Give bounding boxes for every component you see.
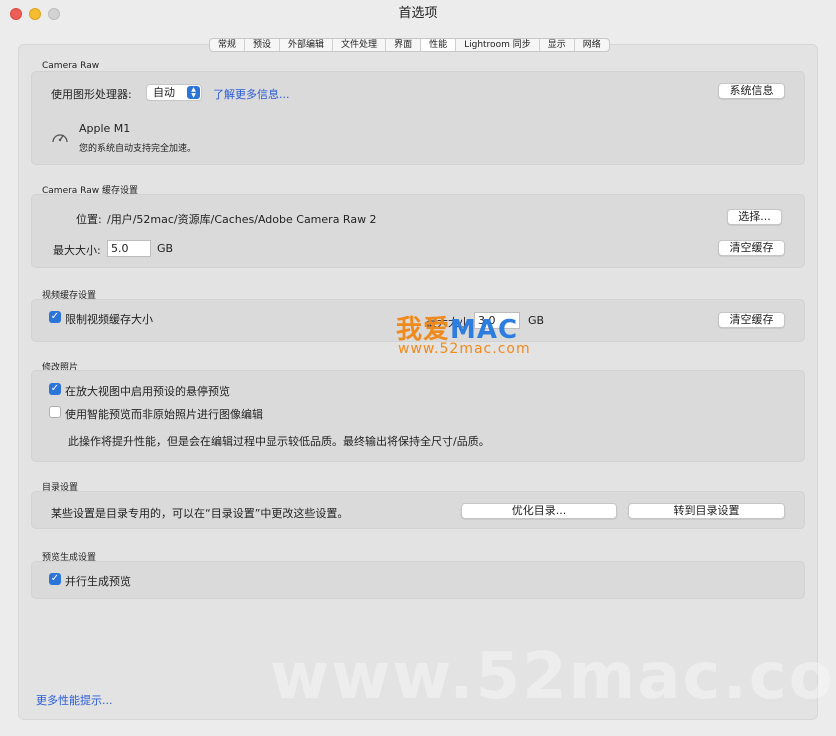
- hover-preview-label: 在放大视图中启用预设的悬停预览: [65, 385, 230, 398]
- preferences-window: 首选项 常规 预设 外部编辑 文件处理 界面 性能 Lightroom 同步 显…: [0, 0, 836, 736]
- tab-interface[interactable]: 界面: [386, 39, 422, 51]
- cache-location-path: /用户/52mac/资源库/Caches/Adobe Camera Raw 2: [107, 213, 377, 226]
- gpu-name: Apple M1: [79, 122, 131, 135]
- gauge-icon: [52, 134, 68, 143]
- watermark-large-url: www.52mac.com: [270, 640, 836, 714]
- camera-raw-section-title: Camera Raw: [42, 61, 100, 71]
- cache-max-size-unit: GB: [157, 242, 174, 255]
- clear-cache-button[interactable]: 清空缓存: [718, 240, 785, 256]
- chevron-updown-icon: ▲ ▼: [187, 86, 200, 99]
- tab-presets[interactable]: 预设: [245, 39, 281, 51]
- window-title: 首选项: [398, 6, 438, 21]
- smart-preview-note: 此操作将提升性能，但是会在编辑过程中显示较低品质。最终输出将保持全尺寸/品质。: [68, 435, 490, 448]
- tab-network[interactable]: 网络: [575, 39, 609, 51]
- tab-external-editing[interactable]: 外部编辑: [280, 39, 334, 51]
- hover-preview-checkbox[interactable]: ✓: [49, 383, 61, 395]
- gpu-select-value: 自动: [153, 86, 175, 99]
- system-info-button[interactable]: 系统信息: [718, 83, 785, 99]
- tab-file-handling[interactable]: 文件处理: [333, 39, 387, 51]
- tab-performance[interactable]: 性能: [421, 39, 457, 51]
- title-bar: 首选项: [0, 0, 836, 28]
- smart-preview-checkbox[interactable]: [49, 406, 61, 418]
- watermark-url: www.52mac.com: [398, 341, 531, 357]
- limit-video-cache-checkbox[interactable]: ✓: [49, 311, 61, 323]
- preferences-tabs: 常规 预设 外部编辑 文件处理 界面 性能 Lightroom 同步 显示 网络: [209, 38, 610, 52]
- cache-max-size-label: 最大大小:: [53, 244, 101, 257]
- parallel-preview-checkbox[interactable]: ✓: [49, 573, 61, 585]
- zoom-window-button[interactable]: [48, 8, 60, 20]
- close-window-button[interactable]: [10, 8, 22, 20]
- gpu-label: 使用图形处理器:: [51, 88, 132, 101]
- more-performance-tips-link[interactable]: 更多性能提示...: [36, 692, 113, 708]
- preview-group: [31, 561, 805, 599]
- learn-more-link[interactable]: 了解更多信息...: [213, 86, 290, 102]
- goto-catalog-settings-button[interactable]: 转到目录设置: [628, 503, 785, 519]
- gpu-status: 您的系统自动支持完全加速。: [79, 144, 197, 154]
- limit-video-cache-label: 限制视频缓存大小: [65, 313, 153, 326]
- cache-location-label: 位置:: [76, 213, 102, 226]
- parallel-preview-label: 并行生成预览: [65, 575, 131, 588]
- minimize-window-button[interactable]: [29, 8, 41, 20]
- tab-lightroom-sync[interactable]: Lightroom 同步: [456, 39, 540, 51]
- tab-general[interactable]: 常规: [210, 39, 246, 51]
- cache-max-size-input[interactable]: 5.0: [107, 240, 151, 257]
- tab-display[interactable]: 显示: [540, 39, 575, 51]
- clear-video-cache-button[interactable]: 清空缓存: [718, 312, 785, 328]
- optimize-catalog-button[interactable]: 优化目录...: [461, 503, 617, 519]
- gpu-select[interactable]: 自动 ▲ ▼: [146, 84, 202, 101]
- video-cache-max-size-unit: GB: [528, 314, 545, 327]
- smart-preview-label: 使用智能预览而非原始照片进行图像编辑: [65, 408, 263, 421]
- choose-location-button[interactable]: 选择...: [727, 209, 782, 225]
- catalog-description: 某些设置是目录专用的，可以在“目录设置”中更改这些设置。: [51, 507, 349, 520]
